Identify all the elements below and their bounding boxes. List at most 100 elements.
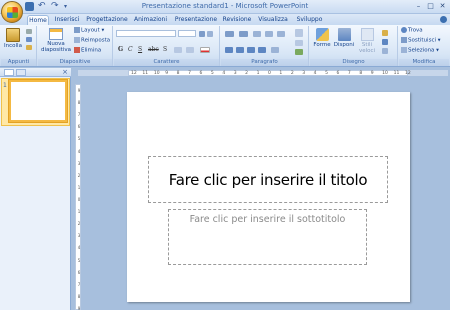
- ribbon-tabs: Home Inserisci Progettazione Animazioni …: [0, 14, 450, 25]
- paste-button[interactable]: Incolla: [3, 28, 23, 49]
- bullets-icon[interactable]: [225, 31, 234, 37]
- shapes-button[interactable]: Forme: [312, 28, 332, 48]
- layout-icon: [74, 27, 80, 33]
- tab-sviluppo[interactable]: Sviluppo: [296, 15, 323, 25]
- align-right-icon[interactable]: [247, 47, 255, 53]
- ruler-tick: 3: [233, 71, 237, 76]
- clipboard-icon: [6, 28, 20, 42]
- ruler-tick: 12: [405, 71, 411, 76]
- reset-button[interactable]: Reimposta: [74, 37, 110, 45]
- align-center-icon[interactable]: [236, 47, 244, 53]
- ruler-tick: 3: [77, 160, 81, 166]
- underline-button[interactable]: S: [138, 46, 142, 53]
- tab-revisione[interactable]: Revisione: [222, 15, 252, 25]
- smartart-icon[interactable]: [295, 49, 303, 55]
- ruler-tick: 9: [370, 71, 374, 76]
- shadow-button[interactable]: S: [163, 46, 167, 53]
- spacing-icon[interactable]: [174, 47, 182, 53]
- line-spacing-icon[interactable]: [277, 31, 285, 37]
- tab-inserisci[interactable]: Inserisci: [53, 15, 81, 25]
- tab-progettazione[interactable]: Progettazione: [86, 15, 128, 25]
- paste-label: Incolla: [4, 43, 22, 49]
- subtitle-placeholder[interactable]: Fare clic per inserire il sottotitolo: [168, 209, 367, 265]
- shapes-label: Forme: [313, 42, 331, 48]
- find-icon: [401, 27, 407, 33]
- tab-presentazione[interactable]: Presentazione: [174, 15, 218, 25]
- font-size-combo[interactable]: [178, 30, 196, 37]
- tab-slides[interactable]: [4, 69, 14, 76]
- align-text-icon[interactable]: [295, 40, 303, 46]
- align-left-icon[interactable]: [225, 47, 233, 53]
- decrease-indent-icon[interactable]: [253, 31, 261, 37]
- replace-button[interactable]: Sostituisci ▾: [401, 37, 441, 45]
- help-icon[interactable]: [440, 16, 447, 23]
- new-slide-label: Nuova diapositiva: [41, 41, 71, 53]
- find-button[interactable]: Trova: [401, 27, 423, 35]
- slide-thumbnail[interactable]: [9, 80, 67, 122]
- close-panel-icon[interactable]: ×: [62, 68, 68, 77]
- ruler-tick: 9: [77, 306, 81, 310]
- shape-outline-icon[interactable]: [382, 39, 388, 45]
- close-button[interactable]: ✕: [437, 1, 448, 11]
- select-icon: [401, 47, 407, 53]
- minimize-button[interactable]: –: [413, 1, 424, 11]
- font-name-combo[interactable]: [116, 30, 176, 37]
- select-button[interactable]: Seleziona ▾: [401, 47, 439, 55]
- increase-indent-icon[interactable]: [265, 31, 273, 37]
- ruler-tick: 1: [256, 71, 260, 76]
- group-disegno: Forme Disponi Stili veloci Disegno: [310, 26, 398, 66]
- horizontal-ruler[interactable]: 12 11 10 9 8 7 6 5 4 3 2 1 0 1 2 3 4 5 6 7 8 9 10 11 12: [128, 70, 411, 76]
- delete-slide-button[interactable]: Elimina: [74, 47, 101, 55]
- ruler-tick: 11: [142, 71, 149, 76]
- ruler-tick: 4: [77, 148, 81, 154]
- vertical-ruler[interactable]: 9 8 7 6 5 4 3 2 1 0 1 2 3 4 5 6 7 8 9: [75, 84, 81, 310]
- quick-styles-button[interactable]: Stili veloci: [356, 28, 378, 54]
- new-slide-button[interactable]: Nuova diapositiva: [41, 28, 71, 53]
- arrange-label: Disponi: [333, 42, 355, 48]
- italic-button[interactable]: C: [128, 46, 133, 53]
- bold-button[interactable]: G: [118, 46, 123, 53]
- ruler-tick: 12: [131, 71, 137, 76]
- strikethrough-button[interactable]: abc: [148, 46, 159, 53]
- title-placeholder[interactable]: Fare clic per inserire il titolo: [148, 156, 388, 203]
- tab-animazioni[interactable]: Animazioni: [133, 15, 168, 25]
- ruler-tick: 10: [382, 71, 388, 76]
- ruler-tick: 6: [77, 124, 81, 130]
- ruler-tick: 9: [165, 71, 169, 76]
- group-label-modifica: Modifica: [399, 59, 449, 66]
- tab-visualizza[interactable]: Visualizza: [257, 15, 289, 25]
- new-slide-icon: [49, 28, 63, 40]
- grow-font-icon[interactable]: [199, 31, 205, 37]
- slide-canvas[interactable]: Fare clic per inserire il titolo Fare cl…: [127, 92, 410, 302]
- ruler-tick: 5: [77, 136, 81, 142]
- maximize-button[interactable]: □: [425, 1, 436, 11]
- ruler-tick: 8: [176, 71, 180, 76]
- arrange-button[interactable]: Disponi: [333, 28, 355, 48]
- quick-styles-label: Stili veloci: [358, 42, 376, 54]
- ruler-tick: 4: [77, 245, 81, 251]
- ruler-tick: 6: [77, 269, 81, 275]
- layout-label: Layout: [81, 27, 100, 34]
- format-painter-icon[interactable]: [26, 45, 32, 50]
- change-case-icon[interactable]: [186, 47, 194, 53]
- justify-icon[interactable]: [258, 47, 266, 53]
- shape-fill-icon[interactable]: [382, 30, 388, 36]
- numbering-icon[interactable]: [239, 31, 248, 37]
- shapes-icon: [315, 28, 329, 41]
- tab-home[interactable]: Home: [27, 15, 49, 25]
- reset-label: Reimposta: [81, 37, 111, 44]
- office-button[interactable]: [1, 1, 23, 23]
- text-direction-icon[interactable]: [295, 29, 303, 37]
- copy-icon[interactable]: [26, 37, 32, 42]
- delete-icon: [74, 47, 80, 53]
- font-color-icon[interactable]: [200, 47, 210, 53]
- ruler-tick: 7: [77, 112, 81, 118]
- columns-icon[interactable]: [271, 47, 279, 53]
- layout-button[interactable]: Layout ▾: [74, 27, 104, 35]
- shrink-font-icon[interactable]: [207, 31, 213, 37]
- shape-effects-icon[interactable]: [382, 48, 388, 54]
- cut-icon[interactable]: [26, 29, 32, 34]
- tab-outline[interactable]: [16, 69, 26, 76]
- ruler-tick: 10: [153, 71, 160, 76]
- group-label-appunti: Appunti: [1, 59, 36, 66]
